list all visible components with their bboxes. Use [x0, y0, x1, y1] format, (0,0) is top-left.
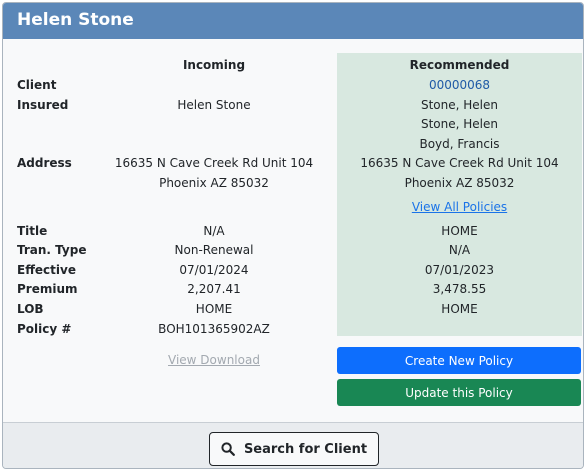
incoming-lob: HOME	[195, 302, 233, 316]
incoming-title: N/A	[203, 224, 225, 238]
recommended-insured-3: Boyd, Francis	[419, 137, 500, 151]
card-footer: Search for Client	[3, 422, 583, 468]
incoming-address-line1: 16635 N Cave Creek Rd Unit 104	[114, 156, 314, 170]
client-label: Client	[17, 78, 57, 92]
page-title: Helen Stone	[17, 10, 134, 30]
view-download-link[interactable]: View Download	[168, 353, 260, 367]
lob-label: LOB	[17, 302, 44, 316]
tran-type-label: Tran. Type	[17, 243, 87, 257]
incoming-address-line2: Phoenix AZ 85032	[159, 176, 269, 190]
premium-label: Premium	[17, 282, 78, 296]
card-header: Helen Stone	[3, 3, 583, 39]
incoming-policy-number: BOH101365902AZ	[158, 322, 270, 336]
search-for-client-button[interactable]: Search for Client	[209, 432, 379, 466]
effective-label: Effective	[17, 263, 76, 277]
recommended-insured-1: Stone, Helen	[420, 98, 498, 112]
recommended-premium: 3,478.55	[432, 282, 487, 296]
incoming-column-header: Incoming	[182, 58, 246, 72]
recommended-tran-type: N/A	[448, 243, 471, 257]
incoming-tran-type: Non-Renewal	[174, 243, 254, 257]
recommended-column-header: Recommended	[409, 58, 510, 72]
recommended-address-line1: 16635 N Cave Creek Rd Unit 104	[360, 156, 559, 170]
incoming-effective: 07/01/2024	[179, 263, 249, 277]
recommended-insured-2: Stone, Helen	[420, 117, 498, 131]
update-policy-button[interactable]: Update this Policy	[337, 379, 581, 406]
recommended-lob: HOME	[441, 302, 478, 316]
title-label: Title	[17, 224, 48, 238]
insured-label: Insured	[17, 98, 69, 112]
view-all-policies-link[interactable]: View All Policies	[412, 200, 507, 214]
recommended-client-number[interactable]: 00000068	[337, 77, 582, 93]
recommended-effective: 07/01/2023	[424, 263, 495, 277]
incoming-premium: 2,207.41	[187, 282, 241, 296]
recommended-title: HOME	[441, 224, 478, 238]
incoming-insured: Helen Stone	[177, 98, 251, 112]
address-label: Address	[17, 156, 72, 170]
recommended-address-line2: Phoenix AZ 85032	[404, 176, 515, 190]
policy-number-label: Policy #	[17, 322, 72, 336]
client-match-card: Helen Stone Incoming Recommended Client …	[2, 2, 584, 469]
search-for-client-label: Search for Client	[243, 441, 368, 457]
search-icon	[221, 442, 235, 456]
create-new-policy-button[interactable]: Create New Policy	[337, 347, 581, 374]
